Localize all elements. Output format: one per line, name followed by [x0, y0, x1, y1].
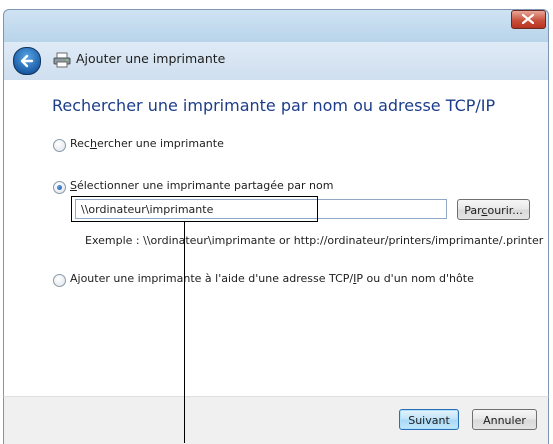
label-text: Rec [70, 137, 90, 150]
callout-box [71, 196, 318, 222]
button-text: Par [464, 204, 482, 217]
label-accesskey: S [70, 179, 77, 192]
next-button[interactable]: Suivant [399, 409, 459, 430]
wizard-footer [3, 396, 549, 444]
label-accesskey: h [89, 137, 97, 150]
add-printer-window: Ajouter une imprimante Rechercher une im… [0, 0, 553, 444]
label-text: Ajouter une imprimante à l'aide d'une ad… [70, 272, 354, 285]
button-text: ourir... [487, 204, 523, 217]
back-button[interactable] [13, 47, 41, 75]
label-text: P ou d'un nom d'hôte [356, 272, 474, 285]
window-title: Ajouter une imprimante [76, 51, 226, 66]
close-icon [522, 14, 534, 24]
label-text: ercher une imprimante [96, 137, 224, 150]
example-hint: Exemple : \\ordinateur\imprimante or htt… [85, 234, 544, 247]
option-add-tcpip-printer-label[interactable]: Ajouter une imprimante à l'aide d'une ad… [70, 272, 474, 285]
option-search-printer-label[interactable]: Rechercher une imprimante [70, 137, 224, 150]
callout-line [184, 222, 185, 443]
browse-button[interactable]: Parcourir... [457, 199, 530, 220]
title-bar [3, 9, 549, 43]
close-button[interactable] [511, 10, 546, 29]
page-heading: Rechercher une imprimante par nom ou adr… [52, 96, 496, 115]
label-text: électionner une imprimante partagée par … [76, 179, 334, 192]
radio-add-tcpip-printer[interactable] [53, 274, 66, 287]
radio-search-printer[interactable] [53, 139, 66, 152]
cancel-button[interactable]: Annuler [472, 409, 537, 430]
back-arrow-icon [20, 54, 34, 68]
option-select-shared-printer-label[interactable]: Sélectionner une imprimante partagée par… [70, 179, 333, 192]
radio-select-shared-printer[interactable] [53, 181, 66, 194]
printer-icon [53, 52, 71, 68]
